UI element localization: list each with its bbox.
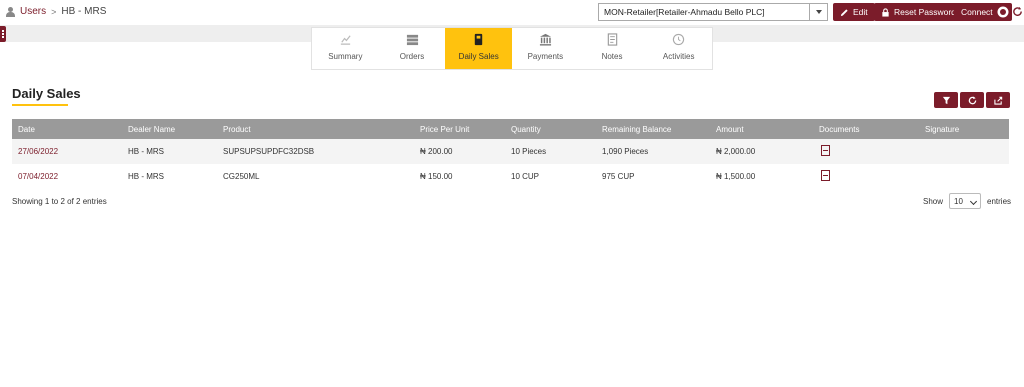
- page-size-control: Show 10 entries: [923, 193, 1011, 209]
- product-cell: SUPSUPSUPDFC32DSB: [223, 147, 315, 156]
- profile-tabs: Summary Orders Daily Sales Payments Note…: [311, 27, 713, 70]
- refresh-icon[interactable]: [1012, 6, 1023, 17]
- tab-daily-sales[interactable]: Daily Sales: [445, 28, 513, 69]
- orders-icon: [406, 34, 418, 46]
- entries-label: entries: [987, 196, 1012, 206]
- table-row[interactable]: 07/04/2022 HB - MRS CG250ML ₦ 150.00 10 …: [12, 164, 1009, 189]
- filter-icon: [942, 96, 950, 104]
- product-cell: CG250ML: [223, 172, 260, 181]
- chat-icon: [997, 6, 1009, 18]
- page-title: Daily Sales: [12, 86, 81, 101]
- table-header-row: Date Dealer Name Product Price Per Unit …: [12, 119, 1009, 139]
- page-size-select[interactable]: 10: [949, 193, 982, 209]
- edit-label: Edit: [853, 7, 868, 17]
- column-header[interactable]: Product: [217, 119, 414, 139]
- date-cell[interactable]: 07/04/2022: [12, 164, 122, 189]
- title-underline: [12, 104, 68, 106]
- tab-activities-label: Activities: [662, 52, 695, 61]
- column-header[interactable]: Price Per Unit: [414, 119, 505, 139]
- pdf-icon[interactable]: [821, 170, 830, 181]
- dealer-cell: HB - MRS: [128, 172, 164, 181]
- dealer-cell: HB - MRS: [128, 147, 164, 156]
- bank-icon: [539, 33, 551, 46]
- amount-cell: ₦ 1,500.00: [716, 172, 756, 181]
- quantity-cell: 10 Pieces: [511, 147, 547, 156]
- column-header[interactable]: Date: [12, 119, 122, 139]
- edit-button[interactable]: Edit: [833, 3, 875, 21]
- balance-cell: 975 CUP: [602, 172, 635, 181]
- refresh-icon: [968, 95, 976, 104]
- balance-cell: 1,090 Pieces: [602, 147, 649, 156]
- table-info: Showing 1 to 2 of 2 entries: [12, 197, 107, 206]
- reset-password-label: Reset Password: [894, 7, 956, 17]
- tab-payments-label: Payments: [527, 52, 564, 61]
- tab-orders[interactable]: Orders: [379, 28, 446, 69]
- column-header[interactable]: Quantity: [505, 119, 596, 139]
- quantity-cell: 10 CUP: [511, 172, 540, 181]
- table-row[interactable]: 27/06/2022 HB - MRS SUPSUPSUPDFC32DSB ₦ …: [12, 139, 1009, 164]
- chart-icon: [340, 35, 351, 45]
- breadcrumb: Users > HB - MRS: [6, 6, 106, 17]
- notes-icon: [607, 33, 617, 46]
- amount-cell: ₦ 2,000.00: [716, 147, 756, 156]
- breadcrumb-current: HB - MRS: [61, 6, 107, 17]
- fuel-icon: [474, 33, 483, 46]
- reset-password-button[interactable]: Reset Password: [874, 3, 963, 21]
- column-header[interactable]: Amount: [710, 119, 813, 139]
- connect-label: Connect: [961, 7, 993, 17]
- share-icon: [993, 96, 1002, 105]
- show-label: Show: [923, 196, 944, 206]
- documents-cell: [813, 139, 919, 164]
- column-header[interactable]: Documents: [813, 119, 919, 139]
- daily-sales-table: Date Dealer Name Product Price Per Unit …: [12, 119, 1009, 189]
- tab-orders-label: Orders: [399, 52, 425, 61]
- account-select-value: MON-Retailer[Retailer-Ahmadu Bello PLC]: [604, 7, 765, 17]
- refresh-button[interactable]: [960, 92, 984, 108]
- signature-cell: [919, 139, 1009, 164]
- pencil-icon: [840, 8, 848, 16]
- breadcrumb-users-link[interactable]: Users: [20, 6, 46, 17]
- tab-daily-sales-label: Daily Sales: [458, 52, 499, 61]
- tab-activities[interactable]: Activities: [645, 28, 712, 69]
- column-header[interactable]: Remaining Balance: [596, 119, 710, 139]
- chevron-right-icon: >: [51, 6, 57, 17]
- side-menu-toggle[interactable]: [0, 26, 6, 42]
- column-header[interactable]: Signature: [919, 119, 1009, 139]
- pdf-icon[interactable]: [821, 145, 830, 156]
- user-icon: [6, 6, 15, 17]
- price-cell: ₦ 200.00: [420, 147, 453, 156]
- account-select[interactable]: MON-Retailer[Retailer-Ahmadu Bello PLC]: [598, 3, 828, 21]
- lock-icon: [882, 7, 889, 17]
- tab-summary-label: Summary: [328, 52, 363, 61]
- clock-icon: [673, 33, 685, 46]
- tab-payments[interactable]: Payments: [512, 28, 579, 69]
- price-cell: ₦ 150.00: [420, 172, 453, 181]
- date-cell[interactable]: 27/06/2022: [12, 139, 122, 164]
- column-header[interactable]: Dealer Name: [122, 119, 217, 139]
- tab-notes-label: Notes: [601, 52, 623, 61]
- signature-cell: [919, 164, 1009, 189]
- export-button[interactable]: [986, 92, 1010, 108]
- tab-summary[interactable]: Summary: [312, 28, 379, 69]
- documents-cell: [813, 164, 919, 189]
- tab-notes[interactable]: Notes: [579, 28, 646, 69]
- top-bar: Users > HB - MRS MON-Retailer[Retailer-A…: [0, 0, 1024, 25]
- connect-button[interactable]: Connect: [954, 3, 1012, 21]
- chevron-down-icon[interactable]: [809, 4, 827, 20]
- filter-button[interactable]: [934, 92, 958, 108]
